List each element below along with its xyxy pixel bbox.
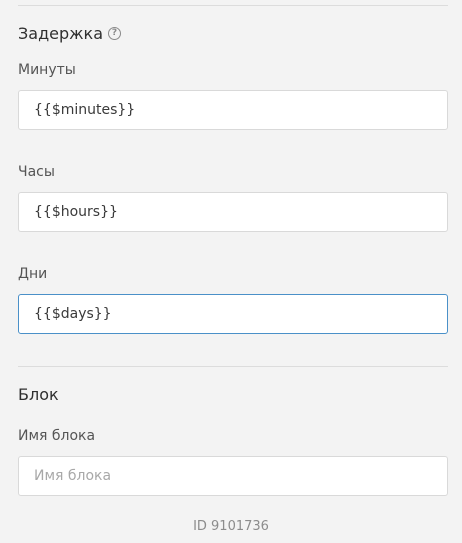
block-title-text: Блок <box>18 385 59 404</box>
block-id: ID 9101736 <box>193 519 269 534</box>
section-divider <box>18 366 448 367</box>
days-label: Дни <box>18 266 48 282</box>
block-settings-panel: Задержка ? Минуты Часы Дни Блок Имя блок… <box>0 0 462 543</box>
delay-title-text: Задержка <box>18 24 104 43</box>
question-circle-icon[interactable]: ? <box>108 27 122 40</box>
minutes-input[interactable] <box>18 90 448 130</box>
block-section-title: Блок <box>18 385 59 404</box>
block-name-label: Имя блока <box>18 428 96 444</box>
hours-input[interactable] <box>18 192 448 232</box>
top-divider <box>18 5 448 6</box>
hours-label: Часы <box>18 164 55 180</box>
minutes-label: Минуты <box>18 62 76 78</box>
days-input[interactable] <box>18 294 448 334</box>
block-name-input[interactable] <box>18 456 448 496</box>
delay-section-title: Задержка ? <box>18 24 122 43</box>
